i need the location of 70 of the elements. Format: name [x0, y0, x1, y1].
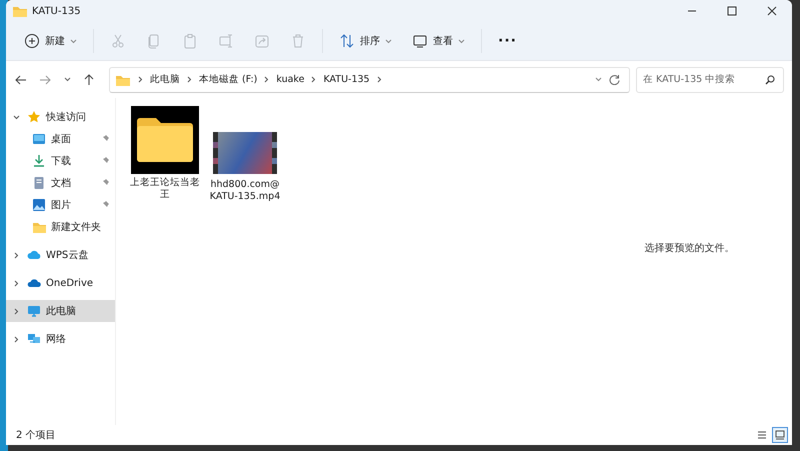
- document-icon: [32, 176, 46, 190]
- sort-button[interactable]: 排序: [332, 27, 399, 55]
- chevron-down-icon: [385, 38, 392, 44]
- sidebar-item[interactable]: 下载: [6, 150, 115, 172]
- sidebar-item[interactable]: 文档: [6, 172, 115, 194]
- rename-icon: [218, 33, 234, 49]
- search-field[interactable]: 在 KATU-135 中搜索: [636, 66, 784, 92]
- more-button[interactable]: ···: [491, 27, 524, 55]
- address-bar[interactable]: 此电脑 本地磁盘 (F:) kuake KATU-135: [109, 66, 630, 92]
- window-title: KATU-135: [32, 6, 81, 16]
- folder-icon: [32, 220, 46, 234]
- cloud-icon: [27, 248, 41, 262]
- plus-circle-icon: [24, 33, 40, 49]
- chevron-down-icon: [70, 38, 77, 44]
- chevron-right-icon: [376, 76, 382, 83]
- breadcrumb-item[interactable]: KATU-135: [323, 74, 370, 85]
- close-icon[interactable]: [767, 6, 777, 16]
- sort-icon: [339, 33, 355, 49]
- monitor-icon: [412, 33, 428, 49]
- file-name[interactable]: 上老王论坛当老王: [129, 177, 201, 201]
- tile-icon: [775, 430, 785, 440]
- share-icon: [254, 33, 270, 49]
- breadcrumb-item[interactable]: 此电脑: [150, 73, 180, 86]
- chevron-right-icon[interactable]: [14, 336, 18, 342]
- maximize-icon[interactable]: [727, 6, 737, 16]
- chevron-down-icon: [64, 77, 70, 82]
- sidebar-item[interactable]: 新建文件夹: [6, 216, 115, 238]
- sidebar-item[interactable]: WPS云盘: [6, 244, 115, 266]
- tiles-view-button[interactable]: [772, 427, 788, 443]
- chevron-down-icon[interactable]: [12, 114, 20, 120]
- sidebar-item[interactable]: 图片: [6, 194, 115, 216]
- video-thumbnail: [213, 132, 277, 174]
- new-button[interactable]: 新建: [17, 27, 84, 55]
- breadcrumb-item[interactable]: kuake: [276, 74, 304, 85]
- file-name[interactable]: hhd800.com@KATU-135.mp4: [209, 179, 281, 203]
- item-count: 2 个项目: [16, 429, 56, 442]
- scissors-icon: [110, 33, 126, 49]
- desktop-icon: [32, 132, 46, 146]
- chevron-right-icon: [138, 76, 143, 83]
- chevron-right-icon: [264, 76, 270, 83]
- sidebar-item[interactable]: 桌面: [6, 128, 115, 150]
- network-icon: [27, 332, 41, 346]
- arrow-left-icon: [15, 74, 27, 86]
- list-icon: [757, 430, 767, 440]
- breadcrumb-item[interactable]: 本地磁盘 (F:): [199, 73, 258, 86]
- folder-icon: [12, 4, 28, 18]
- download-icon: [32, 154, 46, 168]
- refresh-icon[interactable]: [609, 74, 620, 85]
- preview-message: 选择要预览的文件。: [644, 242, 734, 254]
- sidebar-item[interactable]: OneDrive: [6, 272, 115, 294]
- folder-icon: [136, 117, 194, 163]
- arrow-up-icon: [83, 74, 95, 86]
- clipboard-icon: [182, 33, 198, 49]
- chevron-down-icon[interactable]: [595, 77, 602, 82]
- sidebar-item[interactable]: 网络: [6, 328, 115, 350]
- trash-icon: [290, 33, 306, 49]
- picture-icon: [32, 198, 46, 212]
- arrow-right-icon: [39, 74, 51, 86]
- star-icon: [27, 110, 41, 124]
- sidebar-item[interactable]: 此电脑: [6, 300, 115, 322]
- search-icon: [765, 74, 775, 84]
- chevron-right-icon[interactable]: [14, 252, 18, 258]
- sidebar-item[interactable]: 快速访问: [6, 106, 115, 128]
- monitor-icon: [27, 304, 41, 318]
- chevron-down-icon: [458, 38, 465, 44]
- chevron-right-icon[interactable]: [14, 280, 18, 286]
- chevron-right-icon: [187, 76, 192, 83]
- view-button[interactable]: 查看: [405, 27, 472, 55]
- chevron-right-icon: [311, 76, 316, 83]
- chevron-right-icon[interactable]: [14, 308, 18, 314]
